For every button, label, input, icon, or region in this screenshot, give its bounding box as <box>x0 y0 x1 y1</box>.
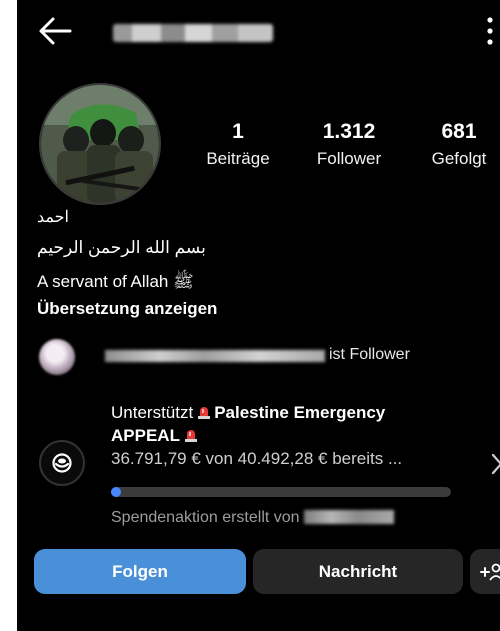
followed-by-text: ist Follower <box>329 346 410 363</box>
fundraiser-name-1: Palestine Emergency <box>214 403 386 422</box>
following-count: 681 <box>441 120 477 143</box>
bio-line-english: A servant of Allah ﷺ <box>37 272 194 291</box>
fundraiser-card[interactable]: Unterstützt Palestine Emergency APPEAL 36… <box>111 401 481 469</box>
follow-button[interactable]: Folgen <box>34 549 246 594</box>
stat-posts[interactable]: 1 Beiträge <box>205 120 271 170</box>
fundraiser-icon <box>39 440 85 486</box>
more-vertical-icon[interactable] <box>486 16 494 46</box>
followers-count: 1.312 <box>322 120 376 143</box>
message-button[interactable]: Nachricht <box>253 549 463 594</box>
bio-line-arabic: بسم الله الرحمن الرحيم <box>37 238 206 257</box>
stat-followers[interactable]: 1.312 Follower <box>307 120 391 170</box>
profile-name: احمد <box>37 209 69 226</box>
top-bar <box>17 0 500 62</box>
fundraiser-creator: Spendenaktion erstellt von <box>111 509 394 527</box>
followed-by-row[interactable]: ist Follower <box>35 337 495 377</box>
fundraiser-title: Unterstützt Palestine Emergency APPEAL <box>111 401 481 447</box>
following-label: Gefolgt <box>431 149 487 168</box>
translate-link[interactable]: Übersetzung anzeigen <box>37 298 217 320</box>
posts-count: 1 <box>232 120 244 143</box>
posts-label: Beiträge <box>206 149 270 168</box>
donation-icon <box>52 453 72 473</box>
followers-label: Follower <box>316 149 382 168</box>
avatar-image <box>41 85 159 203</box>
arrow-left-icon[interactable] <box>37 14 73 48</box>
fundraiser-amount: 36.791,79 € von 40.492,28 € bereits ... <box>111 449 403 468</box>
chevron-right-icon[interactable] <box>490 452 500 476</box>
siren-icon <box>184 430 197 442</box>
profile-avatar[interactable] <box>39 83 161 205</box>
follower-avatar-blurred <box>39 339 75 375</box>
fundraiser-creator-prefix: Spendenaktion erstellt von <box>111 509 300 526</box>
stat-following[interactable]: 681 Gefolgt <box>422 120 496 170</box>
add-person-icon <box>480 563 500 581</box>
profile-screen: 1 Beiträge 1.312 Follower 681 Gefolgt اح… <box>17 0 500 631</box>
fundraiser-progress-bar <box>111 487 451 497</box>
username-blurred <box>113 24 273 42</box>
fundraiser-name-2: APPEAL <box>111 426 180 445</box>
fundraiser-prefix: Unterstützt <box>111 403 194 422</box>
creator-name-blurred <box>303 510 394 524</box>
follower-name-blurred <box>105 350 325 362</box>
add-person-button[interactable] <box>470 549 500 594</box>
fundraiser-progress-fill <box>111 487 122 497</box>
siren-icon <box>198 407 211 419</box>
